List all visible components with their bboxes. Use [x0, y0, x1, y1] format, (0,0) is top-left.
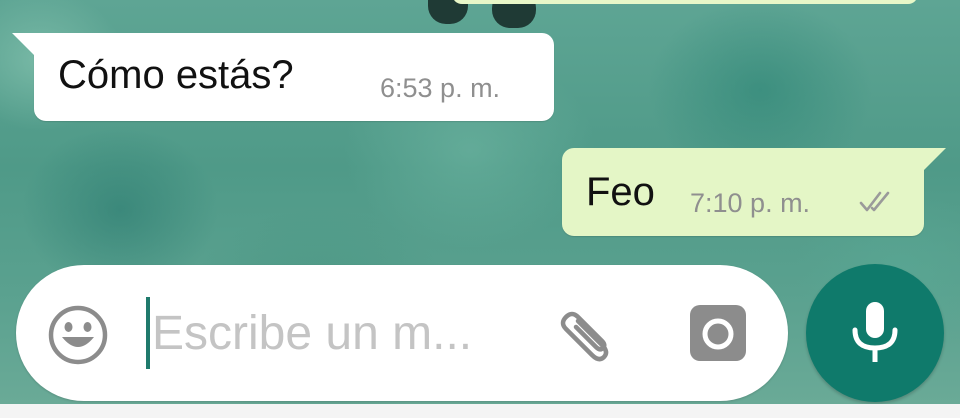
message-composer — [16, 265, 788, 401]
previous-message-bubble — [452, 0, 918, 4]
microphone-button[interactable] — [806, 264, 944, 402]
bubble-tail — [924, 148, 946, 170]
incoming-message-bubble[interactable]: Cómo estás? 6:53 p. m. — [12, 33, 554, 121]
message-text: Feo — [586, 170, 655, 214]
message-text: Cómo estás? — [58, 53, 294, 97]
double-check-icon — [859, 191, 890, 212]
paperclip-icon[interactable] — [554, 301, 618, 365]
message-input[interactable] — [152, 303, 542, 363]
emoji-icon[interactable] — [46, 303, 110, 367]
outgoing-message-bubble[interactable]: Feo 7:10 p. m. — [562, 148, 946, 236]
bottom-edge — [0, 404, 960, 418]
text-cursor — [146, 297, 150, 369]
wallpaper-shape — [492, 0, 536, 28]
microphone-icon — [852, 302, 898, 362]
bubble-tail — [12, 33, 34, 55]
camera-icon[interactable] — [688, 303, 748, 363]
message-timestamp: 6:53 p. m. — [380, 73, 501, 103]
message-timestamp: 7:10 p. m. — [690, 188, 811, 218]
